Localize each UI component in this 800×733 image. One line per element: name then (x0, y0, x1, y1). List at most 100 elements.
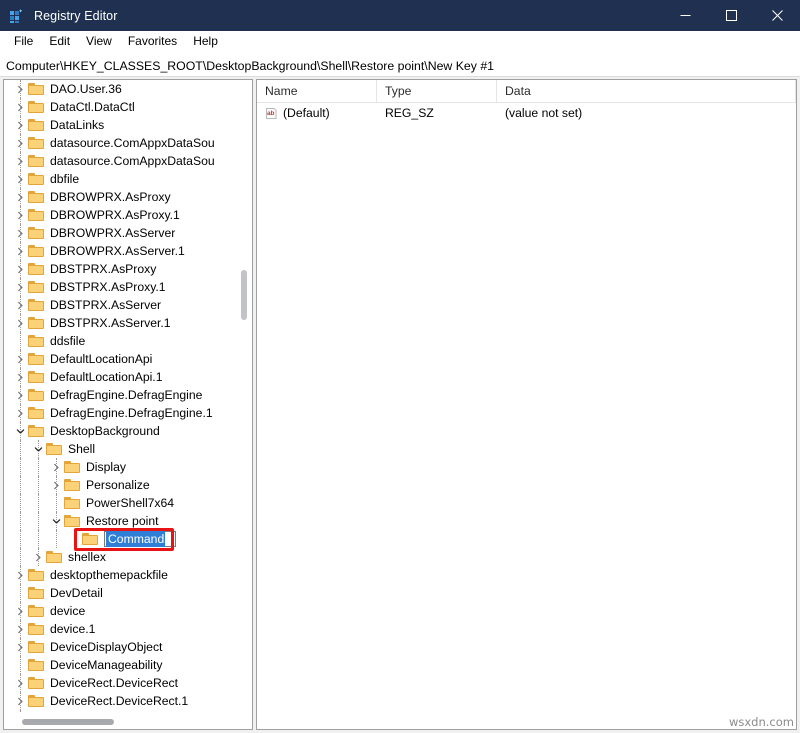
tree-item[interactable]: DBSTPRX.AsProxy (4, 260, 252, 278)
tree-guide-line (20, 692, 22, 710)
tree-guide-line (56, 530, 58, 548)
tree-item[interactable]: Command (4, 530, 252, 548)
tree-item[interactable]: Personalize (4, 476, 252, 494)
tree-item[interactable]: DBROWPRX.AsProxy (4, 188, 252, 206)
registry-tree: DAO.User.36DataCtl.DataCtlDataLinksdatas… (4, 80, 252, 713)
tree-guide-line (20, 386, 22, 404)
tree-item[interactable]: DeviceManageability (4, 656, 252, 674)
tree-guide-line (20, 638, 22, 656)
tree-item[interactable]: device.1 (4, 620, 252, 638)
tree-item[interactable]: DataLinks (4, 116, 252, 134)
tree-guide-line (20, 368, 22, 386)
menu-view[interactable]: View (78, 32, 120, 52)
tree-item[interactable]: DesktopBackground (4, 422, 252, 440)
tree-item-label: DefragEngine.DefragEngine.1 (50, 406, 213, 420)
tree-item-label: Restore point (86, 514, 159, 528)
tree-item[interactable]: DBROWPRX.AsProxy.1 (4, 206, 252, 224)
menu-favorites[interactable]: Favorites (120, 32, 185, 52)
tree-guide-line (20, 620, 22, 638)
window-title: Registry Editor (34, 9, 117, 23)
title-bar[interactable]: Registry Editor (0, 0, 800, 31)
tree-guide-line (20, 548, 22, 566)
folder-icon (28, 676, 45, 690)
registry-path: Computer\HKEY_CLASSES_ROOT\DesktopBackgr… (6, 59, 494, 73)
tree-guide-line (20, 656, 22, 674)
tree-item[interactable]: DevDetail (4, 584, 252, 602)
folder-icon (28, 370, 45, 384)
tree-item[interactable]: DBSTPRX.AsServer.1 (4, 314, 252, 332)
tree-guide-line (20, 116, 22, 134)
tree-item[interactable]: Shell (4, 440, 252, 458)
folder-icon (28, 190, 45, 204)
close-button[interactable] (754, 0, 800, 31)
menu-file[interactable]: File (6, 32, 41, 52)
tree-item-label: DeviceRect.DeviceRect.1 (50, 694, 188, 708)
tree-item[interactable]: DeviceRect.DeviceRect (4, 674, 252, 692)
tree-item[interactable]: DBSTPRX.AsServer (4, 296, 252, 314)
value-name-text: (Default) (283, 106, 330, 120)
column-header-type[interactable]: Type (377, 80, 497, 102)
tree-item[interactable]: DefaultLocationApi (4, 350, 252, 368)
folder-icon (28, 388, 45, 402)
folder-icon (28, 280, 45, 294)
tree-item-label: DeviceManageability (50, 658, 162, 672)
folder-icon (28, 82, 45, 96)
menu-help[interactable]: Help (185, 32, 226, 52)
tree-item-label: Display (86, 460, 126, 474)
tree-item[interactable]: Restore point (4, 512, 252, 530)
minimize-button[interactable] (662, 0, 708, 31)
tree-item[interactable]: DAO.User.36 (4, 80, 252, 98)
rename-input[interactable]: Command (104, 531, 176, 547)
tree-item[interactable]: ddsfile (4, 332, 252, 350)
column-header-name[interactable]: Name (257, 80, 377, 102)
tree-item[interactable]: DefragEngine.DefragEngine.1 (4, 404, 252, 422)
tree-item[interactable]: DeviceDisplayObject (4, 638, 252, 656)
tree-item-label: Shell (68, 442, 95, 456)
tree-item[interactable]: shellex (4, 548, 252, 566)
menu-edit[interactable]: Edit (41, 32, 78, 52)
tree-horizontal-scrollbar[interactable] (4, 713, 252, 729)
tree-item[interactable]: dbfile (4, 170, 252, 188)
folder-icon (28, 172, 45, 186)
folder-icon (28, 208, 45, 222)
value-data-cell: (value not set) (497, 106, 796, 120)
address-bar[interactable]: Computer\HKEY_CLASSES_ROOT\DesktopBackgr… (0, 54, 800, 77)
tree-item[interactable]: DBSTPRX.AsProxy.1 (4, 278, 252, 296)
tree-item-label: DefragEngine.DefragEngine (50, 388, 202, 402)
folder-icon (28, 334, 45, 348)
tree-item[interactable]: DefragEngine.DefragEngine (4, 386, 252, 404)
tree-guide-line (56, 476, 58, 494)
folder-icon (28, 100, 45, 114)
folder-icon (64, 496, 81, 510)
tree-guide-line (20, 458, 22, 476)
tree-item[interactable]: DBROWPRX.AsServer (4, 224, 252, 242)
tree-guide-line (20, 584, 22, 602)
tree-guide-line (38, 512, 40, 530)
tree-item[interactable]: desktopthemepackfile (4, 566, 252, 584)
tree-guide-line (20, 440, 22, 458)
tree-item[interactable]: Display (4, 458, 252, 476)
tree-item-label: DBSTPRX.AsServer (50, 298, 161, 312)
tree-item-label: DBROWPRX.AsProxy.1 (50, 208, 180, 222)
maximize-button[interactable] (708, 0, 754, 31)
tree-item[interactable]: device (4, 602, 252, 620)
tree-item[interactable]: datasource.ComAppxDataSou (4, 134, 252, 152)
column-header-data[interactable]: Data (497, 80, 796, 102)
tree-guide-line (38, 458, 40, 476)
tree-item[interactable]: PowerShell7x64 (4, 494, 252, 512)
tree-vertical-scrollbar[interactable] (237, 80, 251, 713)
tree-vertical-scroll-thumb[interactable] (241, 270, 247, 320)
rename-editor[interactable]: Command (104, 531, 176, 547)
tree-item[interactable]: DefaultLocationApi.1 (4, 368, 252, 386)
tree-guide-line (20, 98, 22, 116)
tree-horizontal-scroll-thumb[interactable] (22, 719, 114, 725)
tree-item[interactable]: DataCtl.DataCtl (4, 98, 252, 116)
tree-item-label: DeviceDisplayObject (50, 640, 162, 654)
value-row[interactable]: ab (Default) REG_SZ (value not set) (257, 103, 796, 123)
tree-item[interactable]: DeviceRect.DeviceRect.1 (4, 692, 252, 710)
tree-item[interactable]: DBROWPRX.AsServer.1 (4, 242, 252, 260)
tree-guide-line (20, 674, 22, 692)
tree-guide-line (20, 260, 22, 278)
tree-guide-line (20, 494, 22, 512)
tree-item[interactable]: datasource.ComAppxDataSou (4, 152, 252, 170)
